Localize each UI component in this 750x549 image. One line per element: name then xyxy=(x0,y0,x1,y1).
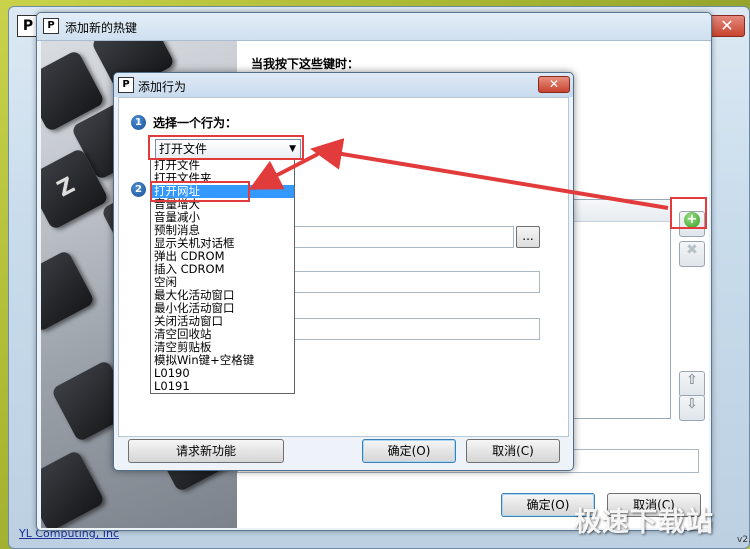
dropdown-option[interactable]: 最小化活动窗口 xyxy=(151,302,294,315)
action-ok-button[interactable]: 确定(O) xyxy=(362,439,456,463)
action-dialog-close-button[interactable]: ✕ xyxy=(538,76,570,93)
remove-action-button[interactable]: ✖ xyxy=(679,241,705,267)
dropdown-option[interactable]: 预制消息 xyxy=(151,224,294,237)
annotation-highlight-option xyxy=(150,181,250,202)
dropdown-option[interactable]: 最大化活动窗口 xyxy=(151,289,294,302)
path-input[interactable] xyxy=(294,226,514,248)
dropdown-option[interactable]: 清空剪贴板 xyxy=(151,341,294,354)
app-close-button[interactable]: ✕ xyxy=(709,15,745,37)
step-two-badge: 2 xyxy=(131,182,146,197)
step-one-label: 选择一个行为： xyxy=(153,116,238,130)
action-dialog-title: 添加行为 xyxy=(138,80,187,94)
dropdown-option[interactable]: 显示关机对话框 xyxy=(151,237,294,250)
dropdown-option[interactable]: 模拟Win键+空格键 xyxy=(151,354,294,367)
action-dialog-footer: 请求新功能 确定(O) 取消(C) xyxy=(114,437,573,471)
keyboard-key-image xyxy=(41,249,96,333)
annotation-highlight-select xyxy=(148,135,304,160)
step-one-badge: 1 xyxy=(131,115,146,130)
action-dialog-titlebar: P 添加行为 ✕ xyxy=(114,73,573,97)
watermark-text: 极速下载站 xyxy=(574,507,714,538)
start-folder-input[interactable] xyxy=(294,318,540,340)
move-up-button[interactable]: ⇧ xyxy=(679,371,705,397)
version-label: v2.4 xyxy=(737,535,750,545)
dropdown-option[interactable]: 空闲 xyxy=(151,276,294,289)
hotkey-prompt-label: 当我按下这些键时： xyxy=(251,57,360,71)
remove-icon: ✖ xyxy=(686,242,698,258)
hotkey-window-logo-icon: P xyxy=(43,18,59,34)
dropdown-option[interactable]: L0191 xyxy=(151,380,294,393)
dropdown-option[interactable]: 音量减小 xyxy=(151,211,294,224)
annotation-highlight-add xyxy=(670,197,707,229)
dropdown-option[interactable]: 关闭活动窗口 xyxy=(151,315,294,328)
browse-button[interactable]: ... xyxy=(516,226,540,248)
action-dialog-logo-icon: P xyxy=(118,77,134,93)
hotkey-window-title: 添加新的热键 xyxy=(65,21,138,35)
arrow-down-icon: ⇩ xyxy=(686,396,698,412)
request-feature-button[interactable]: 请求新功能 xyxy=(128,439,284,463)
dropdown-option[interactable]: L0190 xyxy=(151,367,294,380)
dropdown-option[interactable]: 打开文件 xyxy=(151,159,294,172)
dropdown-option[interactable]: 清空回收站 xyxy=(151,328,294,341)
keyboard-key-image xyxy=(41,449,106,528)
dropdown-option[interactable]: 弹出 CDROM xyxy=(151,250,294,263)
arrow-up-icon: ⇧ xyxy=(686,372,698,388)
action-cancel-button[interactable]: 取消(C) xyxy=(466,439,560,463)
arguments-input[interactable] xyxy=(294,271,540,293)
hotkey-window-titlebar: P 添加新的热键 xyxy=(37,13,711,41)
move-down-button[interactable]: ⇩ xyxy=(679,395,705,421)
dropdown-option[interactable]: 插入 CDROM xyxy=(151,263,294,276)
